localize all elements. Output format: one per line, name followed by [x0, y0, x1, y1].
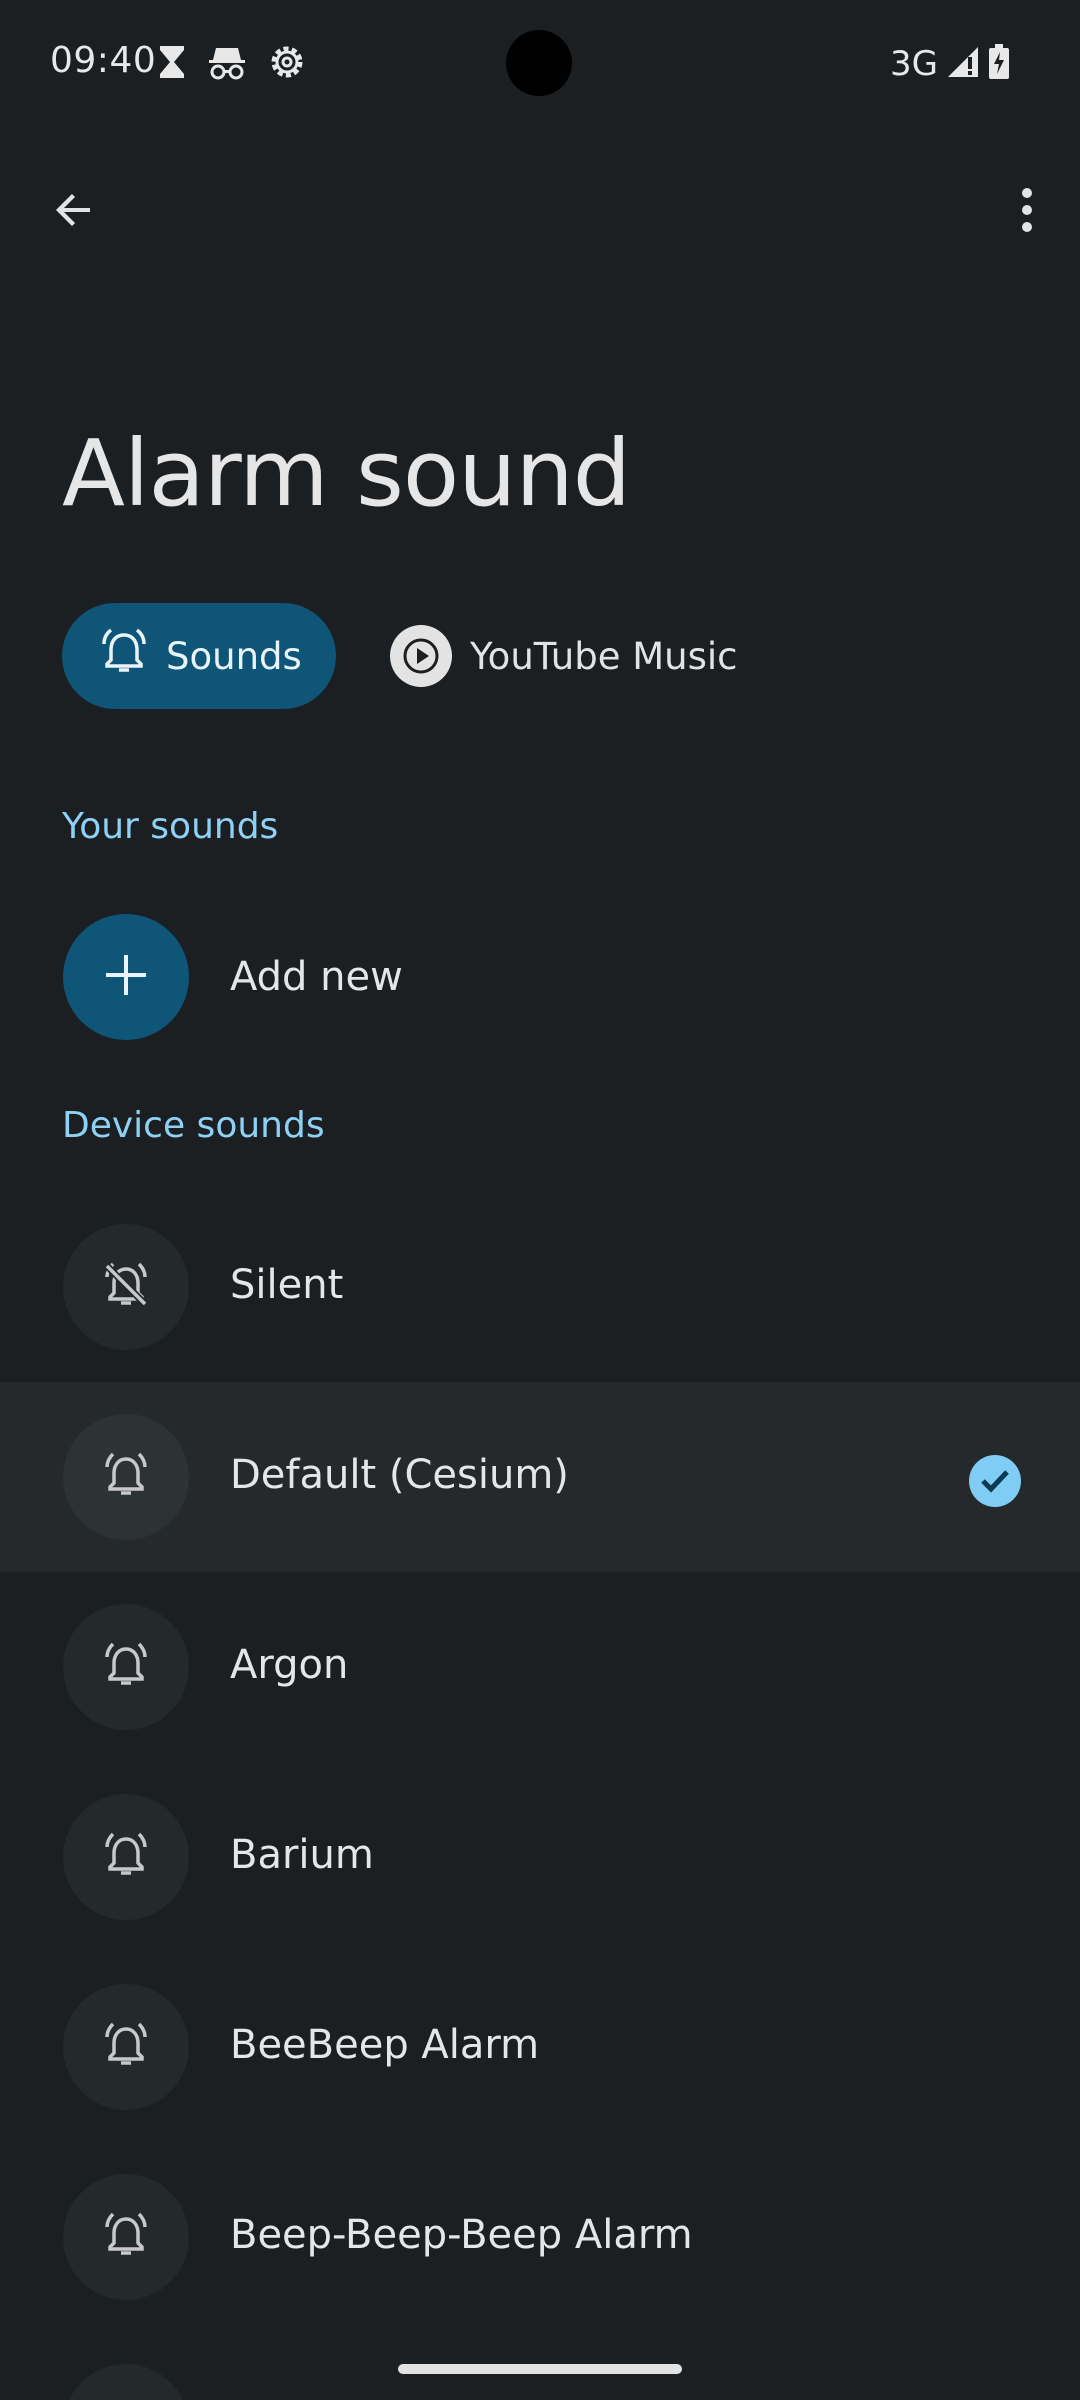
add-new-label: Add new [230, 954, 403, 1000]
add-new-row[interactable]: Add new [0, 892, 1080, 1060]
sound-label: Beep-Beep-Beep Alarm [230, 2212, 693, 2258]
alarm-bell-icon [101, 2210, 151, 2264]
sound-label: BeeBeep Alarm [230, 2022, 540, 2068]
sound-icon-container [63, 1604, 189, 1730]
top-app-bar [0, 130, 1080, 295]
sound-label: Argon [230, 1642, 349, 1688]
sound-label: Silent [230, 1262, 344, 1308]
section-header-your-sounds: Your sounds [62, 806, 279, 847]
sound-row-beebeep-alarm[interactable]: BeeBeep Alarm [0, 1952, 1080, 2142]
more-options-button[interactable] [974, 148, 1080, 276]
chip-youtube-music[interactable]: YouTube Music [384, 603, 774, 709]
sound-row-default-cesium[interactable]: Default (Cesium) [0, 1382, 1080, 1572]
alarm-bell-icon [101, 1640, 151, 1694]
source-chip-group: Sounds YouTube Music [0, 595, 1080, 717]
signal-icon [946, 45, 980, 83]
hourglass-icon [158, 44, 186, 84]
sound-row-barium[interactable]: Barium [0, 1762, 1080, 1952]
sound-icon-container [63, 1414, 189, 1540]
play-circle-icon [390, 625, 452, 687]
sound-icon-container [63, 1794, 189, 1920]
network-type: 3G [890, 44, 938, 84]
sound-icon-container [63, 1984, 189, 2110]
add-icon [102, 951, 150, 1003]
sound-icon-container [63, 2174, 189, 2300]
chip-sounds[interactable]: Sounds [62, 603, 336, 709]
home-gesture-bar[interactable] [398, 2364, 682, 2374]
chip-youtube-music-label: YouTube Music [470, 634, 738, 678]
add-new-button[interactable] [63, 914, 189, 1040]
incognito-icon [208, 44, 246, 84]
sound-icon-container [63, 2364, 189, 2400]
check-circle-icon [969, 1455, 1021, 1507]
camera-cutout [506, 30, 572, 96]
sound-row-silent[interactable]: Silent [0, 1192, 1080, 1382]
sound-row-beep-beep-beep-alarm[interactable]: Beep-Beep-Beep Alarm [0, 2142, 1080, 2332]
alarm-bell-icon [101, 1450, 151, 1504]
status-system-icons: 3G [890, 42, 1010, 86]
sound-icon-container [63, 1224, 189, 1350]
alarm-bell-icon [101, 2020, 151, 2074]
alarm-bell-icon [98, 626, 150, 687]
alarm-off-icon [101, 1260, 151, 1314]
back-button[interactable] [0, 138, 147, 285]
more-vert-icon [1020, 186, 1034, 238]
battery-charging-icon [988, 44, 1010, 84]
settings-icon [268, 43, 306, 85]
status-bar: 09:40 3G [0, 0, 1080, 130]
sound-label: Barium [230, 1832, 374, 1878]
page-title: Alarm sound [62, 420, 631, 527]
arrow-back-icon [50, 186, 98, 238]
alarm-bell-icon [101, 1830, 151, 1884]
sound-row-argon[interactable]: Argon [0, 1572, 1080, 1762]
status-time: 09:40 [50, 40, 157, 81]
status-notification-icons [158, 44, 306, 84]
sound-label: Default (Cesium) [230, 1452, 569, 1498]
section-header-device-sounds: Device sounds [62, 1105, 325, 1146]
chip-sounds-label: Sounds [166, 634, 302, 678]
